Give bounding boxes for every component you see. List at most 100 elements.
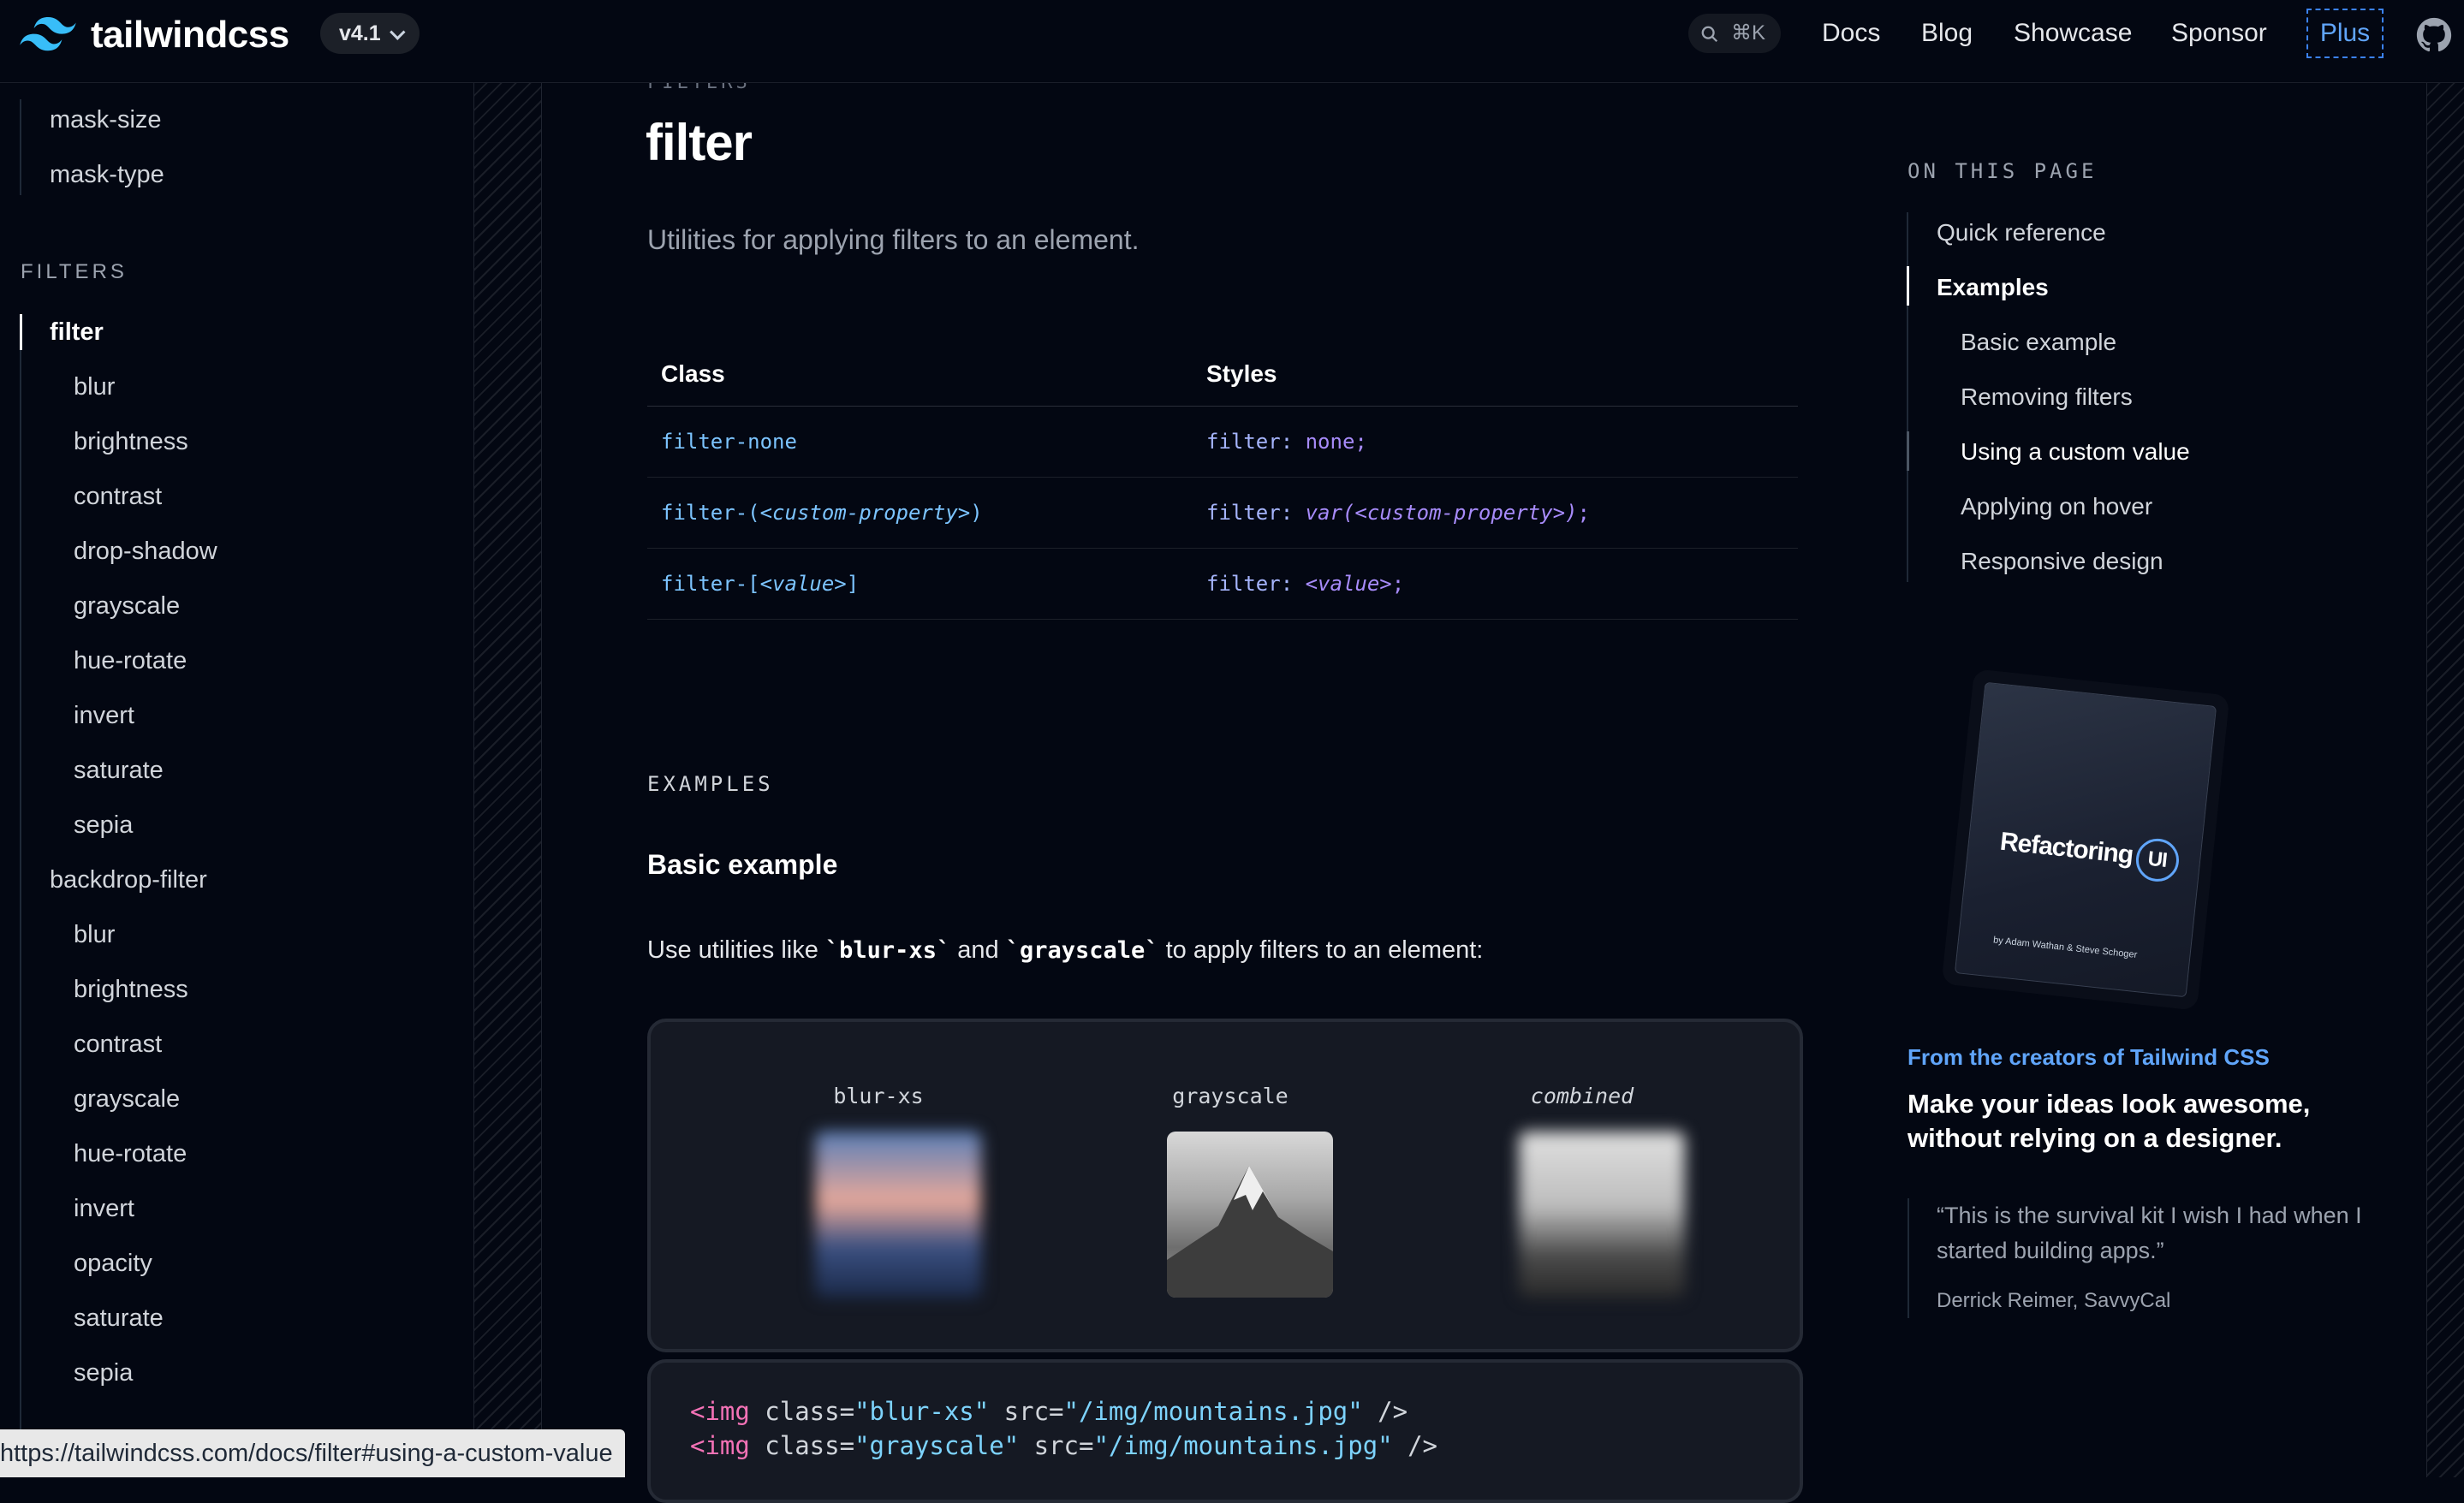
toc-item-quick-reference[interactable]: Quick reference: [1937, 219, 2106, 247]
class-placeholder: <custom-property>: [759, 501, 971, 525]
class-name: filter-[: [661, 572, 760, 596]
toc-item-responsive-design[interactable]: Responsive design: [1961, 548, 2163, 575]
promo-eyebrow[interactable]: From the creators of Tailwind CSS: [1908, 1044, 2270, 1071]
version-selector[interactable]: v4.1: [320, 13, 420, 54]
nav-sponsor[interactable]: Sponsor: [2171, 19, 2267, 48]
style-cell: filter: none;: [1193, 406, 1798, 478]
toc-item-basic-example[interactable]: Basic example: [1961, 329, 2116, 356]
sidebar-item-brightness[interactable]: brightness: [74, 976, 188, 1004]
top-header: tailwindcss v4.1 ⌘K Docs Blog Showcase S…: [0, 0, 2464, 83]
style-property: filter:: [1206, 501, 1306, 525]
search-shortcut: ⌘K: [1731, 21, 1766, 45]
table-row: filter-[<value>] filter: <value>;: [647, 548, 1798, 620]
github-icon[interactable]: [2416, 17, 2452, 53]
style-value: var(<custom-property>): [1305, 501, 1578, 525]
nav-docs[interactable]: Docs: [1822, 19, 1880, 48]
sidebar-item-drop-shadow[interactable]: drop-shadow: [74, 538, 217, 566]
sidebar-item-grayscale[interactable]: grayscale: [74, 592, 180, 621]
sidebar-item-hue-rotate[interactable]: hue-rotate: [74, 1140, 187, 1168]
code-tag: <img: [690, 1397, 750, 1426]
mountain-image-grayscale: [1167, 1132, 1333, 1298]
class-suffix: ]: [846, 572, 860, 596]
basic-example-description: Use utilities like `blur-xs` and `graysc…: [647, 936, 1483, 965]
code-line: <img class="grayscale" src="/img/mountai…: [690, 1431, 1437, 1460]
sidebar-item-saturate[interactable]: saturate: [74, 1304, 164, 1333]
sidebar-item-grayscale[interactable]: grayscale: [74, 1085, 180, 1114]
code-attr: src=: [989, 1397, 1064, 1426]
link-preview-url: https://tailwindcss.com/docs/filter#usin…: [0, 1429, 625, 1477]
class-suffix: ): [970, 501, 983, 525]
sidebar-divider-pattern: [473, 82, 542, 1477]
refactoring-ui-promo-image[interactable]: Refactoring UI by Adam Wathan & Steve Sch…: [1918, 651, 2260, 1027]
sidebar-item-brightness[interactable]: brightness: [74, 428, 188, 456]
toc-item-applying-on-hover[interactable]: Applying on hover: [1961, 493, 2152, 520]
style-value: none;: [1305, 430, 1367, 454]
mountain-icon: [1167, 1166, 1333, 1298]
code-string: "/img/mountains.jpg": [1093, 1431, 1393, 1460]
sidebar-rail: [20, 315, 21, 1477]
code-example-block[interactable]: <img class="blur-xs" src="/img/mountains…: [647, 1359, 1803, 1503]
on-this-page-hover-indicator: [1907, 431, 1909, 471]
desc-text: and: [950, 936, 1006, 964]
sidebar-item-backdrop-filter[interactable]: backdrop-filter: [50, 866, 207, 894]
code-close: />: [1392, 1431, 1438, 1460]
sidebar-item-contrast[interactable]: contrast: [74, 1031, 162, 1059]
class-placeholder: <value>: [759, 572, 847, 596]
style-suffix: ;: [1577, 501, 1590, 525]
search-button[interactable]: ⌘K: [1688, 14, 1781, 53]
code-string: "blur-xs": [854, 1397, 990, 1426]
style-suffix: ;: [1391, 572, 1405, 596]
desc-text: to apply filters to an element:: [1158, 936, 1484, 964]
promo-headline[interactable]: Make your ideas look awesome, without re…: [1908, 1087, 2387, 1155]
sidebar-item-filter[interactable]: filter: [50, 318, 104, 347]
quick-reference-table: Class Styles filter-none filter: none; f…: [647, 342, 1798, 620]
quote-rail: [1908, 1198, 1909, 1318]
book-cover: Refactoring UI by Adam Wathan & Steve Sch…: [1954, 681, 2217, 998]
sidebar-section-title: FILTERS: [21, 260, 128, 283]
sidebar-item-hue-rotate[interactable]: hue-rotate: [74, 647, 187, 675]
table-row: filter-(<custom-property>) filter: var(<…: [647, 477, 1798, 549]
style-cell: filter: var(<custom-property>);: [1193, 477, 1798, 549]
sidebar-item-mask-size[interactable]: mask-size: [50, 106, 162, 134]
class-name: filter-none: [661, 430, 797, 454]
sidebar-item-mask-type[interactable]: mask-type: [50, 161, 164, 189]
sidebar-item-saturate[interactable]: saturate: [74, 757, 164, 785]
toc-item-examples[interactable]: Examples: [1937, 274, 2049, 301]
style-property: filter:: [1206, 572, 1306, 596]
code-attr: class=: [749, 1397, 855, 1426]
chevron-down-icon: [389, 24, 406, 40]
nav-plus[interactable]: Plus: [2306, 9, 2384, 58]
tailwind-logo-icon[interactable]: [19, 17, 77, 51]
style-cell: filter: <value>;: [1193, 548, 1798, 620]
toc-item-using-a-custom-value[interactable]: Using a custom value: [1961, 438, 2190, 466]
code-tag: <img: [690, 1431, 750, 1460]
code-close: />: [1362, 1397, 1408, 1426]
sidebar-item-opacity[interactable]: opacity: [74, 1250, 152, 1278]
docs-sidebar: mask-size mask-type FILTERS filter blur br…: [0, 82, 473, 1477]
sidebar-item-blur[interactable]: blur: [74, 921, 115, 949]
logo-wordmark[interactable]: tailwindcss: [91, 14, 289, 56]
toc-item-removing-filters[interactable]: Removing filters: [1961, 383, 2133, 411]
sidebar-active-indicator: [20, 314, 22, 350]
book-ui-badge: UI: [2134, 836, 2181, 884]
nav-showcase[interactable]: Showcase: [2014, 19, 2132, 48]
quote-author: Derrick Reimer, SavvyCal: [1937, 1289, 2171, 1312]
sidebar-item-contrast[interactable]: contrast: [74, 483, 162, 511]
basic-example-heading[interactable]: Basic example: [647, 849, 837, 881]
table-header-styles: Styles: [1193, 342, 1798, 407]
code-string: "grayscale": [854, 1431, 1020, 1460]
code-string: "/img/mountains.jpg": [1063, 1397, 1363, 1426]
examples-eyebrow: EXAMPLES: [647, 772, 774, 796]
code-attr: class=: [749, 1431, 855, 1460]
sidebar-item-invert[interactable]: invert: [74, 702, 134, 730]
sidebar-item-invert[interactable]: invert: [74, 1195, 134, 1223]
sidebar-item-sepia[interactable]: sepia: [74, 811, 133, 840]
sidebar-item-sepia[interactable]: sepia: [74, 1359, 133, 1387]
nav-blog[interactable]: Blog: [1921, 19, 1973, 48]
code-line: <img class="blur-xs" src="/img/mountains…: [690, 1397, 1408, 1426]
mountain-image-blurred: [815, 1132, 981, 1298]
search-icon: [1701, 26, 1718, 43]
sidebar-item-blur[interactable]: blur: [74, 373, 115, 401]
desc-text: Use utilities like: [647, 936, 825, 964]
class-name: filter-(: [661, 501, 760, 525]
